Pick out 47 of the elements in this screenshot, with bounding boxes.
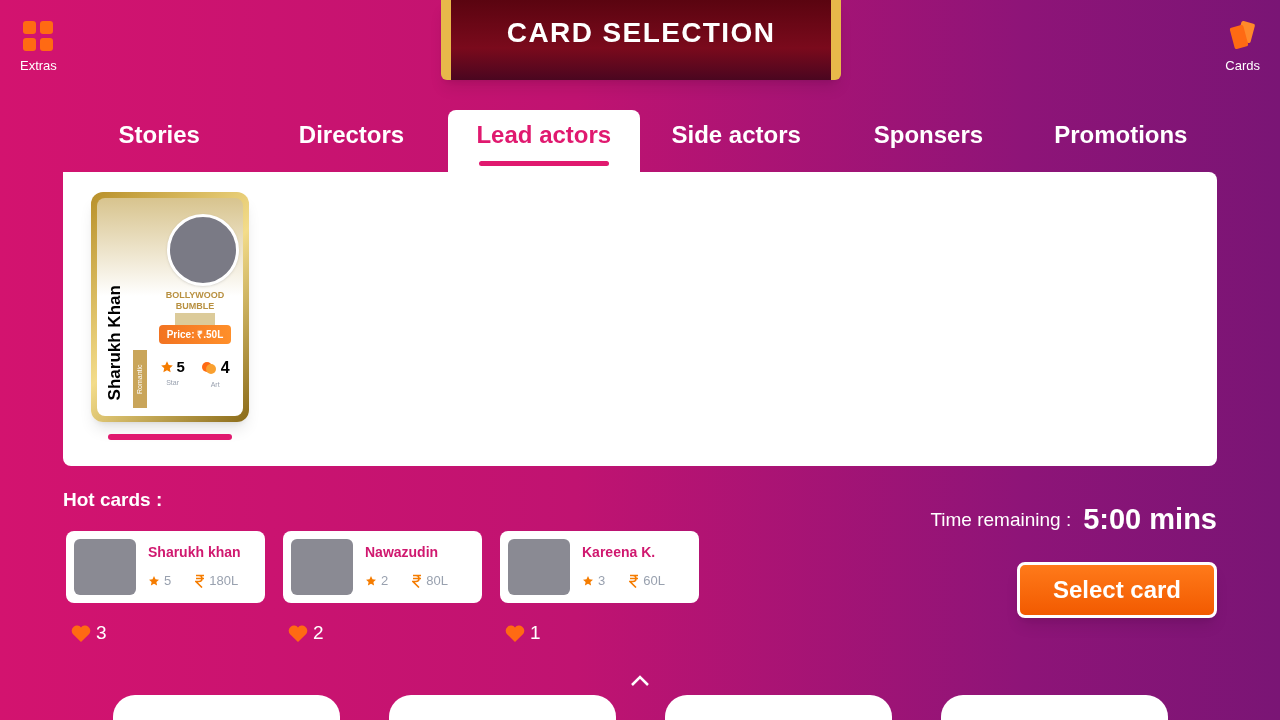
- page-title: CARD SELECTION: [506, 16, 776, 50]
- actor-name: Sharukh khan: [148, 543, 241, 563]
- price-text: 60L: [643, 572, 665, 591]
- photo-placeholder: [508, 538, 570, 595]
- logo-base: [175, 312, 215, 325]
- category-tab[interactable]: Promotions: [1024, 110, 1217, 172]
- hot-cards-heading: Hot cards :: [63, 488, 164, 512]
- star-icon: [582, 575, 594, 587]
- logo-text: BOLLYWOOD BUMBLE: [164, 290, 226, 313]
- star-icon: [148, 575, 160, 587]
- star-count: 3: [598, 572, 606, 591]
- cards-button[interactable]: Cards: [1225, 0, 1260, 76]
- price-text: 80L: [426, 572, 448, 591]
- select-card-button[interactable]: Select card: [1017, 561, 1217, 618]
- actor-name: Sharukh Khan: [104, 285, 126, 401]
- star-icon: [365, 575, 377, 587]
- photo-placeholder: [74, 538, 136, 595]
- star-count: 5: [164, 572, 172, 591]
- rupee-icon: [195, 574, 206, 588]
- star-count: 2: [381, 572, 389, 591]
- hot-card[interactable]: Kareena K. 3 60L: [500, 530, 699, 603]
- photo-placeholder: [291, 538, 353, 595]
- hot-card[interactable]: Nawazudin 2 80L: [283, 530, 482, 603]
- price-badge: Price: ₹.50L: [158, 324, 232, 344]
- price-text: 180L: [209, 572, 239, 591]
- category-tab[interactable]: Stories: [63, 110, 256, 172]
- timer-label: Time remaining :: [930, 507, 1072, 532]
- like-count: 2: [313, 620, 324, 645]
- rupee-icon: [629, 574, 640, 588]
- star-icon: [160, 359, 175, 374]
- grid-icon: [22, 20, 55, 52]
- rupee-icon: [412, 574, 423, 588]
- category-tab[interactable]: Side actors: [640, 110, 833, 172]
- photo-placeholder: [167, 214, 239, 286]
- timer-value: 5:00 mins: [1083, 502, 1217, 537]
- category-tab[interactable]: Directors: [255, 110, 448, 172]
- art-value: 4: [220, 357, 230, 378]
- chevron-up-icon: [630, 674, 650, 688]
- extras-button[interactable]: Extras: [20, 0, 57, 76]
- like-count: 3: [96, 620, 107, 645]
- actor-name: Nawazudin: [365, 543, 440, 563]
- actor-name: Kareena K.: [582, 543, 657, 563]
- hot-card[interactable]: Sharukh khan 5 180L: [66, 530, 265, 603]
- category-tab[interactable]: Sponsers: [832, 110, 1025, 172]
- like-count: 1: [530, 620, 541, 645]
- category-tab[interactable]: Lead actors: [447, 110, 640, 172]
- star-value: 5: [176, 356, 185, 377]
